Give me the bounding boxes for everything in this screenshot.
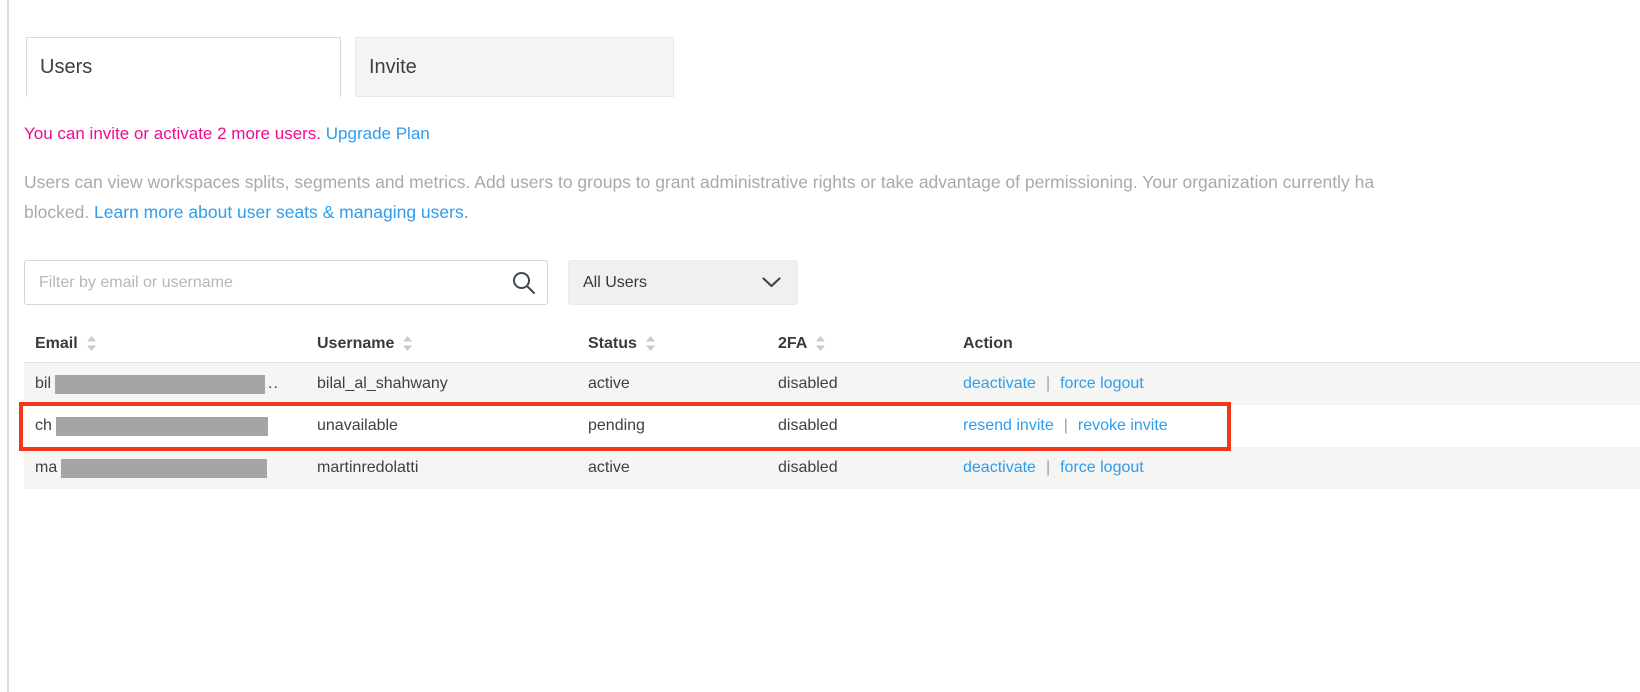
redaction-bar: [55, 375, 265, 394]
action-cell: deactivate | force logout: [963, 363, 1144, 405]
column-header-2fa[interactable]: 2FA: [778, 325, 825, 362]
email-cell: bil ..: [35, 363, 279, 405]
sort-icon: [403, 336, 412, 351]
tab-invite[interactable]: Invite: [355, 37, 674, 97]
redaction-bar: [61, 459, 267, 478]
column-header-2fa-label: 2FA: [778, 335, 807, 353]
user-management-page: Users Invite You can invite or activate …: [0, 0, 1640, 692]
column-header-status-label: Status: [588, 335, 637, 353]
resend-invite-link[interactable]: resend invite: [963, 417, 1054, 435]
column-header-email-label: Email: [35, 335, 78, 353]
filter-input-wrap: [24, 260, 548, 305]
action-separator: |: [1046, 375, 1050, 393]
table-row: ma martinredolatti active disabled deact…: [24, 447, 1640, 489]
twofa-cell: disabled: [778, 447, 838, 489]
email-prefix: bil: [35, 375, 51, 393]
column-header-action-label: Action: [963, 335, 1013, 353]
upgrade-plan-link[interactable]: Upgrade Plan: [326, 124, 430, 143]
deactivate-link[interactable]: deactivate: [963, 459, 1036, 477]
email-cell: ch: [35, 405, 268, 447]
tab-users[interactable]: Users: [26, 37, 341, 97]
status-cell: pending: [588, 405, 645, 447]
sort-icon: [646, 336, 655, 351]
email-prefix: ma: [35, 459, 57, 477]
action-cell: deactivate | force logout: [963, 447, 1144, 489]
filter-input[interactable]: [24, 260, 548, 305]
force-logout-link[interactable]: force logout: [1060, 375, 1144, 393]
username-cell: martinredolatti: [317, 447, 418, 489]
column-header-username-label: Username: [317, 335, 394, 353]
user-filter-dropdown[interactable]: All Users: [568, 260, 798, 305]
redaction-bar: [56, 417, 268, 436]
learn-more-link[interactable]: Learn more about user seats & managing u…: [94, 202, 469, 222]
action-separator: |: [1064, 417, 1068, 435]
sort-icon: [87, 336, 96, 351]
tab-users-label: Users: [40, 56, 92, 79]
email-prefix: ch: [35, 417, 52, 435]
sort-icon: [816, 336, 825, 351]
table-row: ch unavailable pending disabled resend i…: [24, 405, 1640, 447]
column-header-username[interactable]: Username: [317, 325, 412, 362]
user-filter-dropdown-value: All Users: [583, 274, 647, 292]
action-separator: |: [1046, 459, 1050, 477]
description-line-2-prefix: blocked.: [24, 202, 94, 222]
status-cell: active: [588, 363, 630, 405]
email-cell: ma: [35, 447, 267, 489]
chevron-down-icon: [762, 277, 781, 288]
twofa-cell: disabled: [778, 405, 838, 447]
action-cell: resend invite | revoke invite: [963, 405, 1168, 447]
username-cell: bilal_al_shahwany: [317, 363, 448, 405]
table-row: bil .. bilal_al_shahwany active disabled…: [24, 363, 1640, 405]
deactivate-link[interactable]: deactivate: [963, 375, 1036, 393]
column-header-email[interactable]: Email: [35, 325, 96, 362]
twofa-cell: disabled: [778, 363, 838, 405]
tab-invite-label: Invite: [369, 56, 417, 79]
column-header-action: Action: [963, 325, 1013, 362]
username-cell: unavailable: [317, 405, 398, 447]
left-edge-divider: [7, 0, 9, 692]
seat-limit-banner: You can invite or activate 2 more users.…: [24, 124, 430, 144]
table-header-row: Email Username Status 2FA Action: [24, 325, 1640, 362]
users-description: Users can view workspaces splits, segmen…: [24, 167, 1374, 227]
seat-limit-message: You can invite or activate 2 more users.: [24, 124, 321, 143]
email-truncation-ellipsis: ..: [268, 375, 279, 393]
description-line-1: Users can view workspaces splits, segmen…: [24, 167, 1374, 197]
revoke-invite-link[interactable]: revoke invite: [1078, 417, 1168, 435]
column-header-status[interactable]: Status: [588, 325, 655, 362]
description-line-2: blocked. Learn more about user seats & m…: [24, 197, 1374, 227]
users-table-body: bil .. bilal_al_shahwany active disabled…: [24, 363, 1640, 489]
status-cell: active: [588, 447, 630, 489]
force-logout-link[interactable]: force logout: [1060, 459, 1144, 477]
